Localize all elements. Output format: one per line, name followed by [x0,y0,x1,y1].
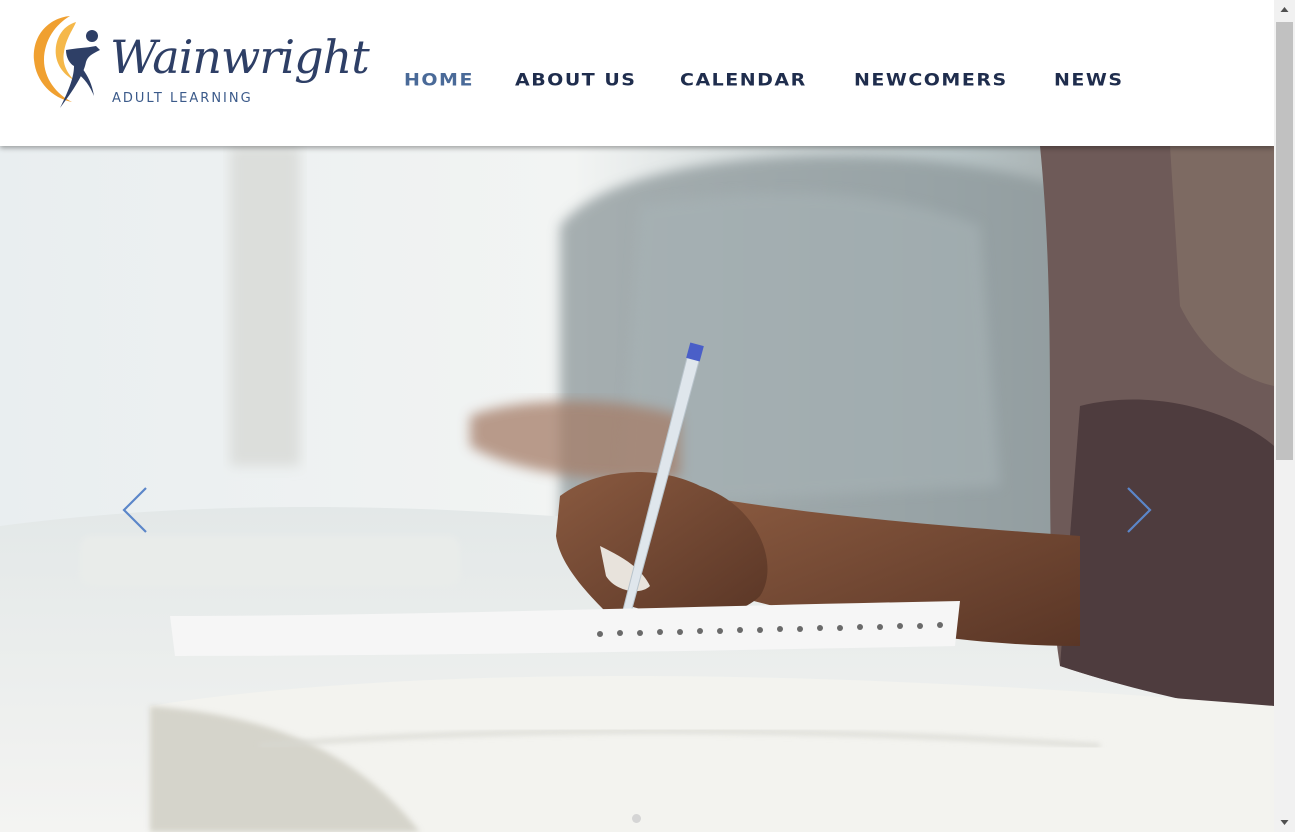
scroll-down-button[interactable] [1274,812,1295,832]
scroll-up-button[interactable] [1274,0,1295,20]
nav-newcomers[interactable]: NEWCOMERS [854,68,1008,91]
chevron-left-icon [122,487,147,533]
hero-slideshow [0,146,1274,832]
nav-about-us[interactable]: ABOUT US [515,68,636,91]
site-logo[interactable]: Wainwright ADULT LEARNING [30,12,370,112]
chevron-right-icon [1127,487,1152,533]
scroll-thumb[interactable] [1276,22,1293,460]
page: Wainwright ADULT LEARNING HOME ABOUT US … [0,0,1274,832]
main-nav: HOME ABOUT US CALENDAR NEWCOMERS NEWS [0,67,1274,97]
slideshow-next-button[interactable] [1122,486,1156,534]
nav-news[interactable]: NEWS [1054,68,1124,91]
slideshow-prev-button[interactable] [118,486,152,534]
triangle-up-icon [1280,7,1289,12]
site-header: Wainwright ADULT LEARNING HOME ABOUT US … [0,0,1274,146]
nav-home[interactable]: HOME [404,68,474,91]
slideshow-dot[interactable] [632,814,641,823]
nav-calendar[interactable]: CALENDAR [680,68,807,91]
triangle-down-icon [1280,820,1289,825]
hero-image [0,146,1274,832]
logo-figure-icon [33,16,100,108]
page-scrollbar[interactable] [1274,0,1295,832]
